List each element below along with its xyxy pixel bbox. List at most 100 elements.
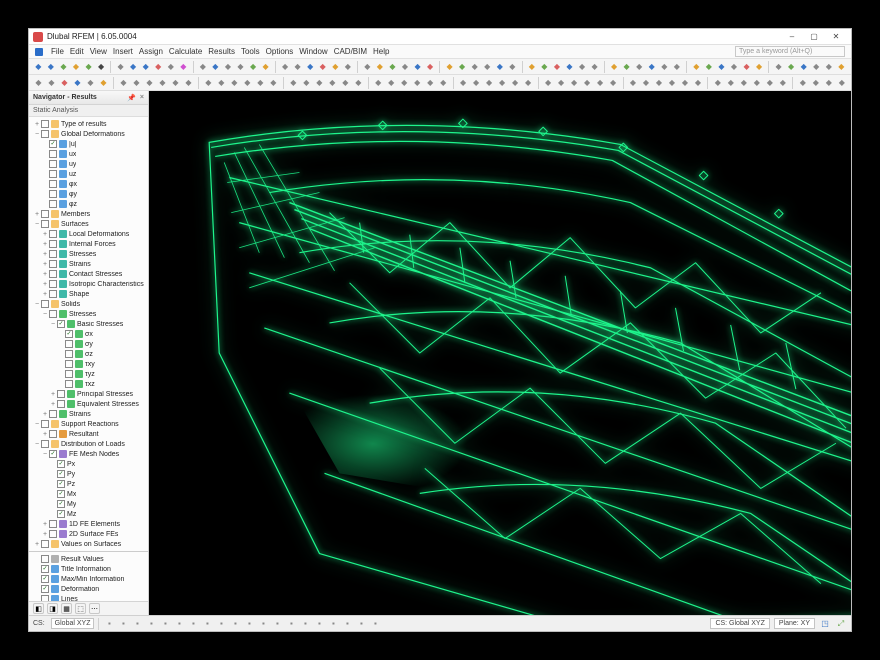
tree-node[interactable]: Py: [29, 469, 148, 479]
menu-window[interactable]: Window: [299, 47, 327, 56]
close-button[interactable]: ✕: [825, 30, 847, 44]
tree-node[interactable]: −Basic Stresses: [29, 319, 148, 329]
statusbar-button[interactable]: ▪: [229, 618, 241, 630]
tree-node[interactable]: +Isotropic Characteristics: [29, 279, 148, 289]
navigator-tab-button[interactable]: ▦: [61, 603, 72, 614]
toolbar-button[interactable]: ◆: [552, 61, 563, 73]
toolbar-button[interactable]: ◆: [495, 61, 506, 73]
statusbar-button[interactable]: ▪: [117, 618, 129, 630]
checkbox[interactable]: [41, 130, 49, 138]
toolbar-button[interactable]: ◆: [716, 61, 727, 73]
toolbar-button[interactable]: ◆: [375, 61, 386, 73]
toolbar-button[interactable]: ◆: [469, 61, 480, 73]
checkbox[interactable]: [57, 470, 65, 478]
statusbar-button[interactable]: ▪: [313, 618, 325, 630]
toolbar-button[interactable]: ◆: [400, 61, 411, 73]
toolbar-button[interactable]: ◆: [118, 77, 129, 89]
toolbar-button[interactable]: ◆: [725, 77, 736, 89]
toolbar-button[interactable]: ◆: [543, 77, 554, 89]
checkbox[interactable]: [41, 575, 49, 583]
toolbar-button[interactable]: ◆: [144, 77, 155, 89]
tree-node[interactable]: −Global Deformations: [29, 129, 148, 139]
checkbox[interactable]: [49, 190, 57, 198]
checkbox[interactable]: [49, 270, 57, 278]
toolbar-button[interactable]: ◆: [810, 77, 821, 89]
toolbar-button[interactable]: ◆: [527, 61, 538, 73]
toolbar-button[interactable]: ◆: [255, 77, 266, 89]
toolbar-button[interactable]: ◆: [229, 77, 240, 89]
checkbox[interactable]: [49, 240, 57, 248]
toolbar-button[interactable]: ◆: [33, 61, 44, 73]
toolbar-button[interactable]: ◆: [183, 77, 194, 89]
toolbar-button[interactable]: ◆: [58, 61, 69, 73]
checkbox[interactable]: [49, 310, 57, 318]
toolbar-button[interactable]: ◆: [457, 61, 468, 73]
expand-icon[interactable]: +: [41, 411, 49, 418]
statusbar-button[interactable]: ▪: [285, 618, 297, 630]
toolbar-button[interactable]: ◆: [314, 77, 325, 89]
tree-node[interactable]: Title Information: [29, 564, 148, 574]
toolbar-button[interactable]: ◆: [399, 77, 410, 89]
menu-help[interactable]: Help: [373, 47, 389, 56]
tree-node[interactable]: τxz: [29, 379, 148, 389]
tree-node[interactable]: +Resultant: [29, 429, 148, 439]
toolbar-button[interactable]: ◆: [640, 77, 651, 89]
toolbar-button[interactable]: ◆: [823, 77, 834, 89]
tree-node[interactable]: |u|: [29, 139, 148, 149]
toolbar-button[interactable]: ◆: [210, 61, 221, 73]
toolbar-button[interactable]: ◆: [754, 61, 765, 73]
tree-node[interactable]: +Strains: [29, 259, 148, 269]
statusbar-button[interactable]: ▪: [327, 618, 339, 630]
tree-node[interactable]: +Shape: [29, 289, 148, 299]
toolbar-button[interactable]: ◆: [362, 61, 373, 73]
tree-node[interactable]: +Local Deformations: [29, 229, 148, 239]
toolbar-button[interactable]: ◆: [46, 61, 57, 73]
navigator-tab-button[interactable]: ⬚: [75, 603, 86, 614]
toolbar-button[interactable]: ◆: [425, 77, 436, 89]
toolbar-button[interactable]: ◆: [691, 61, 702, 73]
expand-icon[interactable]: +: [41, 261, 49, 268]
menu-calculate[interactable]: Calculate: [169, 47, 202, 56]
toolbar-button[interactable]: ◆: [288, 77, 299, 89]
checkbox[interactable]: [65, 330, 73, 338]
toolbar-button[interactable]: ◆: [387, 61, 398, 73]
toolbar-button[interactable]: ◆: [128, 61, 139, 73]
toolbar-button[interactable]: ◆: [539, 61, 550, 73]
checkbox[interactable]: [41, 555, 49, 563]
tree-node[interactable]: τxy: [29, 359, 148, 369]
checkbox[interactable]: [49, 200, 57, 208]
tree-node[interactable]: −Surfaces: [29, 219, 148, 229]
tree-node[interactable]: Mx: [29, 489, 148, 499]
tree-node[interactable]: σy: [29, 339, 148, 349]
navigator-tab-button[interactable]: ◨: [47, 603, 58, 614]
toolbar-button[interactable]: ◆: [471, 77, 482, 89]
tree-node[interactable]: ux: [29, 149, 148, 159]
cs-dropdown[interactable]: Global XYZ: [51, 618, 95, 629]
toolbar-button[interactable]: ◆: [729, 61, 740, 73]
statusbar-button[interactable]: ▪: [299, 618, 311, 630]
tree-node[interactable]: uy: [29, 159, 148, 169]
tree-node[interactable]: −Support Reactions: [29, 419, 148, 429]
toolbar-button[interactable]: ◆: [83, 61, 94, 73]
plane-indicator[interactable]: Plane: XY: [774, 618, 815, 629]
checkbox[interactable]: [41, 565, 49, 573]
toolbar-button[interactable]: ◆: [679, 77, 690, 89]
checkbox[interactable]: [49, 290, 57, 298]
toolbar-button[interactable]: ◆: [836, 61, 847, 73]
search-input[interactable]: Type a keyword (Alt+Q): [735, 46, 845, 57]
toolbar-button[interactable]: ◆: [412, 77, 423, 89]
pin-icon[interactable]: 📌: [127, 94, 136, 102]
statusbar-button[interactable]: ▪: [355, 618, 367, 630]
tree-node[interactable]: −Solids: [29, 299, 148, 309]
toolbar-button[interactable]: ◆: [223, 61, 234, 73]
toolbar-button[interactable]: ◆: [170, 77, 181, 89]
toolbar-button[interactable]: ◆: [646, 61, 657, 73]
expand-icon[interactable]: −: [41, 451, 49, 458]
statusbar-button[interactable]: ▪: [201, 618, 213, 630]
expand-icon[interactable]: +: [41, 251, 49, 258]
toolbar-button[interactable]: ◆: [497, 77, 508, 89]
menu-file[interactable]: File: [51, 47, 64, 56]
checkbox[interactable]: [41, 210, 49, 218]
toolbar-button[interactable]: ◆: [412, 61, 423, 73]
zoom-fit-icon[interactable]: ⤢: [835, 618, 847, 630]
